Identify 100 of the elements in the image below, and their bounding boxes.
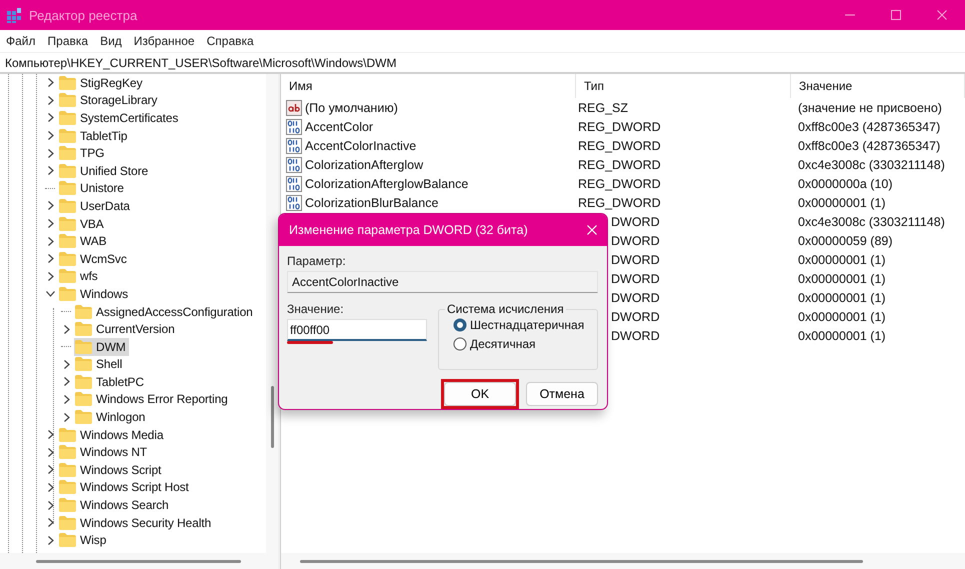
tree-item[interactable]: Windows Media — [58, 426, 166, 444]
tree-item[interactable]: StorageLibrary — [58, 91, 160, 110]
value-name[interactable]: ColorizationAfterglowBalance — [305, 176, 468, 190]
chevron-icon[interactable] — [46, 430, 54, 440]
chevron-icon[interactable] — [46, 236, 54, 246]
chevron-icon[interactable] — [62, 360, 70, 369]
tree-item[interactable]: Windows Security Health — [58, 514, 214, 532]
tree-item[interactable]: WcmSvc — [58, 250, 130, 268]
value-name[interactable]: ColorizationBlurBalance — [305, 196, 438, 210]
window-title: Редактор реестра — [29, 8, 138, 22]
chevron-icon[interactable] — [46, 500, 54, 510]
tree-item[interactable]: Wisp — [58, 531, 110, 550]
value-data: 0x00000001 (1) — [797, 252, 887, 266]
menu-item[interactable]: Файл — [0, 34, 42, 48]
folder-icon — [75, 410, 92, 424]
chevron-icon[interactable] — [46, 166, 54, 176]
chevron-icon[interactable] — [46, 78, 54, 88]
tree-item[interactable]: CurrentVersion — [74, 320, 178, 338]
menu-item[interactable]: Избранное — [128, 34, 201, 48]
scrollbar-thumb[interactable] — [271, 386, 274, 448]
ok-button[interactable]: OK — [444, 382, 516, 406]
menu-item[interactable]: Справка — [200, 34, 260, 48]
tree-item[interactable]: Windows Error Reporting — [74, 390, 231, 408]
tree-item[interactable]: UserData — [58, 196, 133, 215]
chevron-icon[interactable] — [46, 536, 54, 545]
folder-icon — [75, 374, 92, 389]
menu-item[interactable]: Правка — [42, 34, 94, 48]
chevron-icon[interactable] — [46, 219, 54, 228]
chevron-icon[interactable] — [46, 272, 54, 281]
value-name[interactable]: AccentColor — [305, 120, 374, 134]
chevron-icon[interactable] — [46, 465, 54, 474]
scrollbar-thumb[interactable] — [300, 560, 863, 562]
tree-item[interactable]: Unistore — [58, 179, 127, 198]
folder-icon — [59, 480, 76, 494]
tree-item[interactable]: Winlogon — [74, 408, 148, 426]
tree-item[interactable]: StigRegKey — [58, 74, 146, 92]
chevron-icon[interactable] — [62, 394, 70, 404]
radio-button[interactable] — [453, 318, 467, 332]
folder-icon — [75, 322, 92, 336]
value-data: 0xff8c00e3 (4287365347) — [797, 138, 942, 152]
tree-item[interactable]: WAB — [58, 232, 110, 250]
scrollbar-thumb[interactable] — [36, 560, 241, 562]
value-type: REG_DWORD — [577, 196, 662, 210]
tree-item[interactable]: Windows Script — [58, 460, 164, 479]
tree-item[interactable]: SystemCertificates — [58, 108, 182, 127]
chevron-icon[interactable] — [46, 131, 54, 140]
chevron-icon[interactable] — [46, 201, 54, 210]
tree-item[interactable]: TabletTip — [58, 126, 130, 145]
tree-item[interactable]: Windows — [58, 284, 131, 303]
column-header[interactable]: Значение — [791, 74, 965, 98]
chevron-icon[interactable] — [46, 148, 54, 158]
value-type: DWORD — [610, 290, 661, 304]
folder-icon — [59, 128, 76, 143]
radio-button[interactable] — [453, 337, 467, 351]
chevron-icon[interactable] — [46, 254, 54, 264]
tree-item[interactable]: Windows NT — [58, 443, 150, 462]
column-header[interactable]: Имя — [281, 74, 576, 98]
chevron-icon[interactable] — [62, 324, 70, 334]
address-bar[interactable]: Компьютер\HKEY_CURRENT_USER\Software\Microsoft\Windows\DWM — [0, 52, 965, 74]
cancel-button[interactable]: Отмена — [526, 382, 598, 406]
folder-icon — [59, 93, 76, 108]
tree-item[interactable]: Windows Search — [58, 496, 172, 514]
chevron-icon[interactable] — [46, 518, 54, 528]
folder-icon — [59, 286, 76, 301]
value-type: DWORD — [610, 310, 661, 324]
tree-item[interactable]: AssignedAccessConfiguration — [74, 302, 256, 321]
chevron-icon[interactable] — [62, 377, 70, 386]
chevron-icon[interactable] — [46, 448, 54, 457]
chevron-icon[interactable] — [46, 113, 54, 122]
chevron-icon[interactable] — [46, 289, 54, 298]
value-name[interactable]: (По умолчанию) — [305, 100, 398, 114]
value-type: REG_SZ — [577, 100, 630, 114]
folder-icon — [59, 76, 76, 90]
chevron-icon[interactable] — [62, 412, 70, 422]
tree-item[interactable]: Unified Store — [58, 162, 152, 180]
value-type: REG_DWORD — [577, 120, 662, 134]
radio-label[interactable]: Шестнадцатеричная — [470, 318, 584, 332]
chevron-icon[interactable] — [46, 96, 54, 105]
tree-item[interactable]: Windows Script Host — [58, 478, 192, 496]
tree-item[interactable]: wfs — [58, 267, 101, 286]
tree-item[interactable]: VBA — [58, 214, 107, 233]
string-value-icon — [286, 100, 302, 116]
field-label: Значение: — [287, 302, 345, 316]
radio-label[interactable]: Десятичная — [470, 337, 536, 351]
folder-icon — [75, 340, 92, 354]
tree-item[interactable]: Shell — [74, 355, 126, 374]
value-input-field[interactable]: ff00ff00 — [287, 319, 427, 341]
tree-item[interactable]: TPG — [58, 144, 108, 162]
chevron-icon[interactable] — [46, 482, 54, 492]
tree-item[interactable]: TabletPC — [74, 372, 147, 391]
folder-icon — [59, 181, 76, 196]
binary-value-icon — [286, 138, 302, 154]
folder-icon — [75, 392, 92, 406]
value-name[interactable]: AccentColorInactive — [305, 138, 416, 152]
menu-item[interactable]: Вид — [94, 34, 128, 48]
column-header[interactable]: Тип — [576, 74, 791, 98]
value-type: DWORD — [610, 234, 661, 248]
folder-icon — [59, 164, 76, 178]
tree-item[interactable]: DWM — [74, 338, 129, 356]
value-name[interactable]: ColorizationAfterglow — [305, 158, 424, 172]
